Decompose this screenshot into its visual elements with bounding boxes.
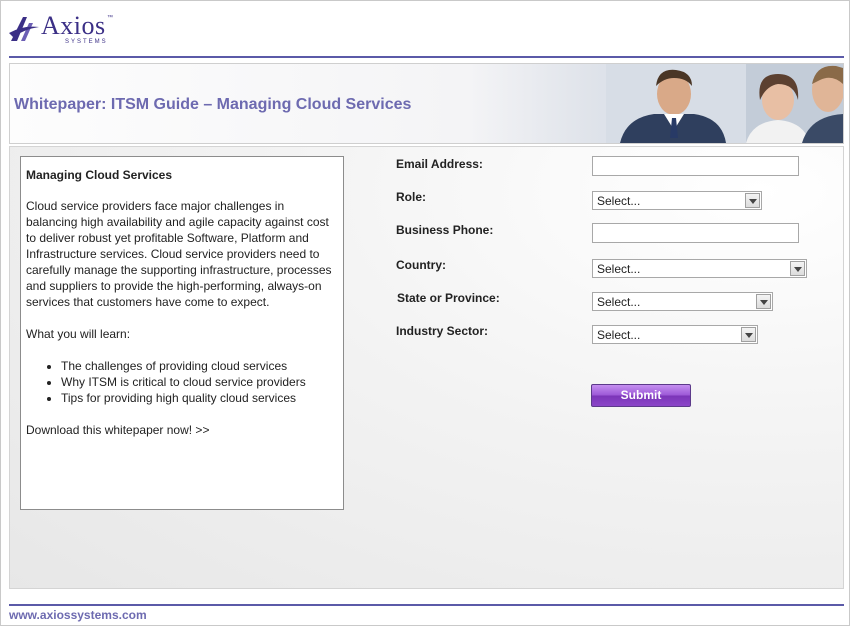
country-select[interactable]: Select... — [592, 259, 807, 278]
whitepaper-info-box: Managing Cloud Services Cloud service pr… — [20, 156, 344, 510]
list-item: Why ITSM is critical to cloud service pr… — [61, 374, 338, 390]
country-select-value: Select... — [597, 262, 641, 276]
page-frame: Axios ™ SYSTEMS Whitepaper: ITSM Guide –… — [0, 0, 850, 626]
state-label: State or Province: — [397, 291, 500, 305]
country-label: Country: — [396, 258, 446, 272]
email-label: Email Address: — [396, 157, 483, 171]
chevron-down-icon[interactable] — [745, 193, 760, 208]
chevron-down-icon[interactable] — [756, 294, 771, 309]
list-item: Tips for providing high quality cloud se… — [61, 390, 338, 406]
learn-list: The challenges of providing cloud servic… — [26, 358, 338, 406]
page-title: Whitepaper: ITSM Guide – Managing Cloud … — [14, 96, 412, 113]
business-people-image — [606, 64, 843, 143]
info-heading: Managing Cloud Services — [26, 168, 173, 182]
industry-label: Industry Sector: — [396, 324, 489, 338]
info-learn-label: What you will learn: — [26, 327, 131, 341]
axios-logo[interactable]: Axios ™ SYSTEMS — [9, 11, 129, 53]
business-phone-input[interactable] — [592, 223, 799, 243]
role-select-value: Select... — [597, 194, 641, 208]
footer-divider — [9, 604, 844, 606]
footer-website-link[interactable]: www.axiossystems.com — [9, 608, 147, 622]
header-divider — [9, 56, 844, 58]
main-content: Managing Cloud Services Cloud service pr… — [9, 146, 844, 589]
logo-wordmark: Axios — [41, 11, 106, 40]
role-label: Role: — [396, 190, 426, 204]
email-input[interactable] — [592, 156, 799, 176]
logo-trademark: ™ — [107, 15, 113, 21]
state-select-value: Select... — [597, 295, 641, 309]
submit-button[interactable]: Submit — [591, 384, 691, 407]
state-select[interactable]: Select... — [592, 292, 773, 311]
axios-logo-icon — [9, 17, 39, 41]
logo-subtitle: SYSTEMS — [65, 39, 108, 45]
business-phone-label: Business Phone: — [396, 223, 494, 237]
banner: Whitepaper: ITSM Guide – Managing Cloud … — [9, 63, 844, 144]
chevron-down-icon[interactable] — [790, 261, 805, 276]
chevron-down-icon[interactable] — [741, 327, 756, 342]
download-link[interactable]: Download this whitepaper now! >> — [26, 422, 338, 438]
industry-select-value: Select... — [597, 328, 641, 342]
info-description: Cloud service providers face major chall… — [26, 199, 332, 309]
industry-select[interactable]: Select... — [592, 325, 758, 344]
list-item: The challenges of providing cloud servic… — [61, 358, 338, 374]
role-select[interactable]: Select... — [592, 191, 762, 210]
